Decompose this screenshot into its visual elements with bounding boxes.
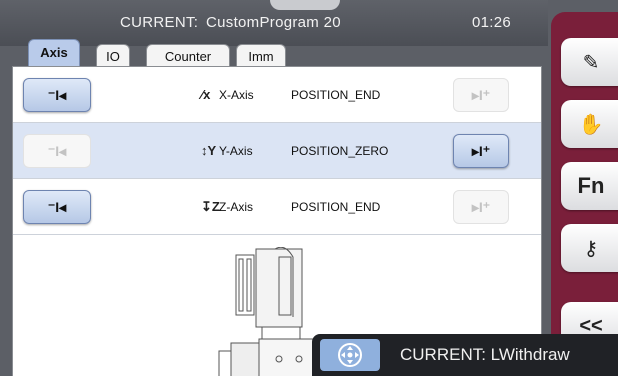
move-to-end-button[interactable]: ▸I⁺ <box>453 78 509 112</box>
function-fn-icon: Fn <box>577 173 605 198</box>
axis-status-x: POSITION_END <box>291 88 381 102</box>
y-axis-icon: ↕Y <box>201 143 217 158</box>
z-axis-icon: ↧Z <box>201 199 220 214</box>
current-step-text: CURRENT: LWithdraw <box>400 345 570 364</box>
edit-pencil-icon: ✎ <box>582 51 600 74</box>
axis-panel: ⁻I◂ ⁄x X-Axis POSITION_END ▸I⁺ ⁻I◂ ↕Y Y-… <box>12 66 542 376</box>
status-bar: CURRENT: LWithdraw <box>312 334 618 376</box>
axis-row-x: ⁻I◂ ⁄x X-Axis POSITION_END ▸I⁺ <box>13 67 541 123</box>
clock: 01:26 <box>472 14 512 31</box>
header-bar: CURRENT: CustomProgram 20 01:26 <box>0 0 548 46</box>
key-button[interactable]: ⚷ <box>561 224 618 272</box>
edit-button[interactable]: ✎ <box>561 38 618 86</box>
end-icon: ▸I⁺ <box>471 142 491 159</box>
end-icon: ▸I⁺ <box>471 198 491 215</box>
tab-imm[interactable]: Imm <box>236 44 286 66</box>
axis-label-x: X-Axis <box>219 88 254 102</box>
axis-status-y: POSITION_ZERO <box>291 144 389 158</box>
axis-row-z: ⁻I◂ ↧Z Z-Axis POSITION_END ▸I⁺ <box>13 179 541 235</box>
move-to-origin-button[interactable]: ⁻I◂ <box>23 134 91 168</box>
function-button[interactable]: Fn <box>561 162 618 210</box>
end-icon: ▸I⁺ <box>471 86 491 103</box>
axis-label-z: Z-Axis <box>219 200 253 214</box>
origin-icon: ⁻I◂ <box>47 142 67 159</box>
move-arrows-icon <box>338 343 362 367</box>
tab-io[interactable]: IO <box>96 44 130 66</box>
axis-label-y: Y-Axis <box>219 144 253 158</box>
move-to-origin-button[interactable]: ⁻I◂ <box>23 190 91 224</box>
status-indicator[interactable] <box>320 339 380 371</box>
hand-manual-icon: ✋ <box>578 113 604 136</box>
key-icon: ⚷ <box>583 237 599 260</box>
move-to-origin-button[interactable]: ⁻I◂ <box>23 78 91 112</box>
move-to-end-button[interactable]: ▸I⁺ <box>453 134 509 168</box>
x-axis-icon: ⁄x <box>201 87 211 102</box>
origin-icon: ⁻I◂ <box>47 86 67 103</box>
current-label: CURRENT: <box>120 14 199 31</box>
manual-button[interactable]: ✋ <box>561 100 618 148</box>
tab-counter[interactable]: Counter <box>146 44 230 66</box>
top-notch <box>270 0 340 10</box>
axis-row-y: ⁻I◂ ↕Y Y-Axis POSITION_ZERO ▸I⁺ <box>13 123 541 179</box>
tab-axis[interactable]: Axis <box>28 39 80 67</box>
origin-icon: ⁻I◂ <box>47 198 67 215</box>
program-name: CustomProgram 20 <box>206 14 341 31</box>
move-to-end-button[interactable]: ▸I⁺ <box>453 190 509 224</box>
axis-status-z: POSITION_END <box>291 200 381 214</box>
right-toolbar: ✎ ✋ Fn ⚷ << <box>551 12 618 376</box>
